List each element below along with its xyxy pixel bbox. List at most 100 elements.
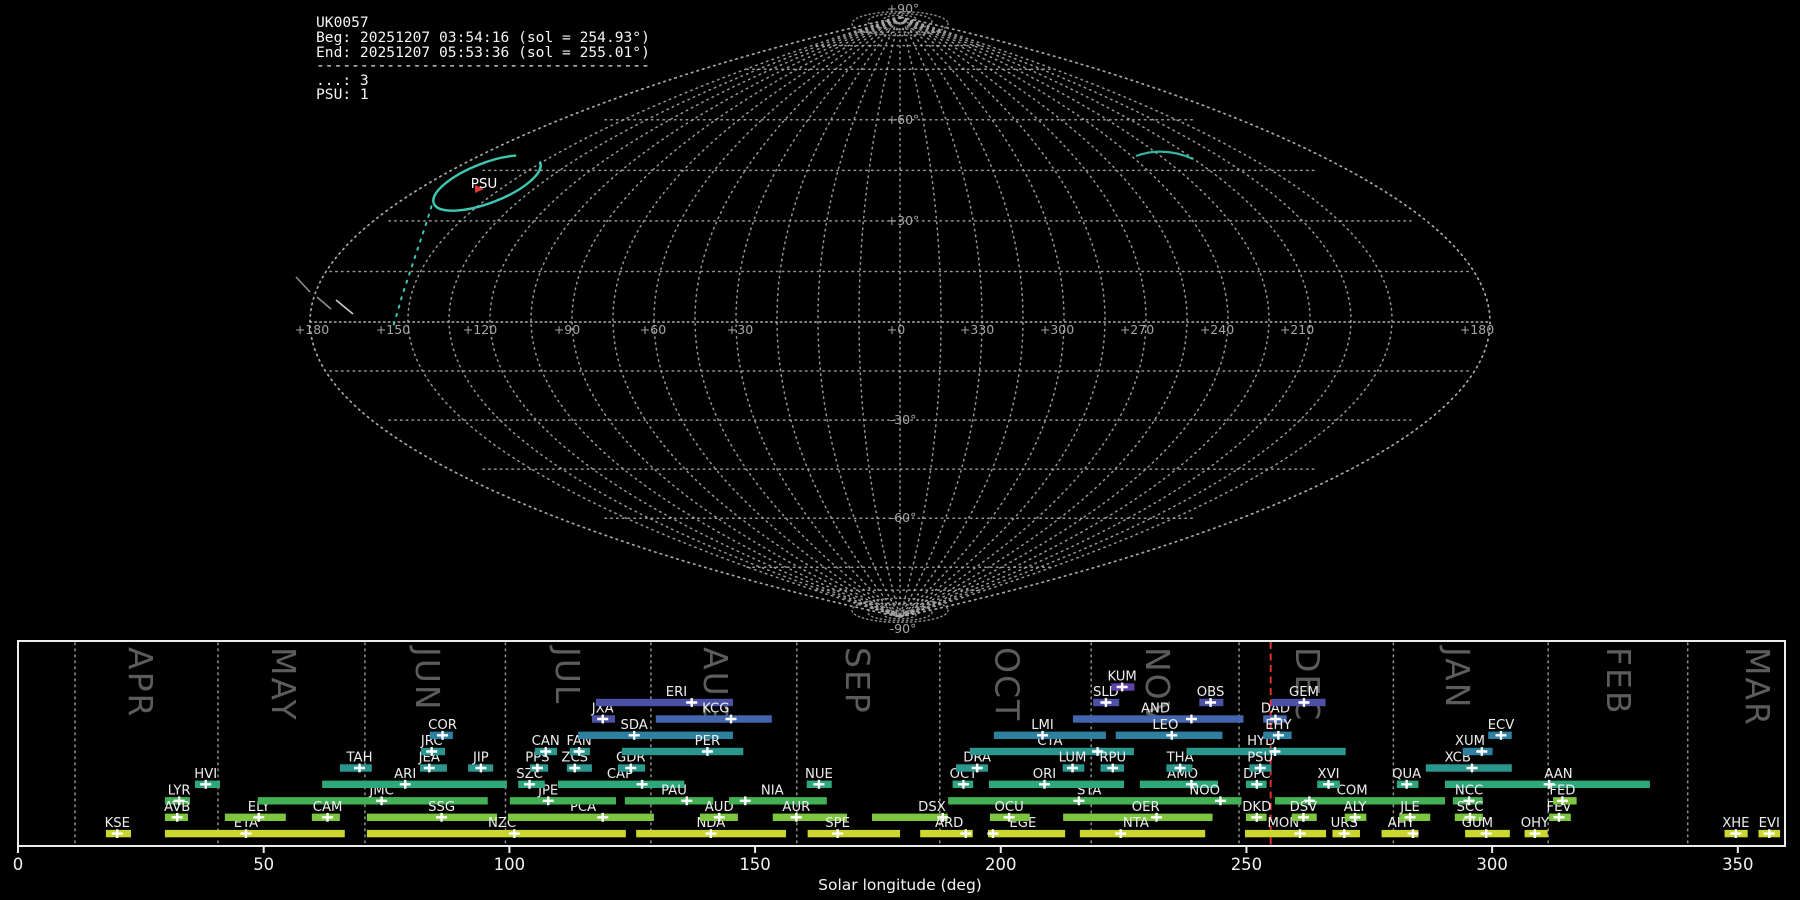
shower-label-QUA: QUA xyxy=(1392,767,1421,782)
meridian-line xyxy=(530,16,901,618)
shower-label-COM: COM xyxy=(1337,783,1368,798)
shower-bar-PER xyxy=(621,747,744,756)
shower-bar-STA xyxy=(948,797,1158,805)
lon-label: +60 xyxy=(640,322,666,337)
shower-label-HVI: HVI xyxy=(194,767,217,782)
shower-label-JLE: JLE xyxy=(1399,800,1420,815)
shower-label-ECV: ECV xyxy=(1488,718,1515,733)
shower-bar-JPE xyxy=(509,797,617,805)
shower-label-CAN: CAN xyxy=(532,734,560,749)
meridian-line xyxy=(694,16,901,618)
lon-label: +300 xyxy=(1040,322,1074,337)
shower-label-TAH: TAH xyxy=(346,751,373,766)
lat-label: +60° xyxy=(887,112,920,127)
meridian-line xyxy=(899,16,1229,618)
month-label: SEP xyxy=(838,647,877,715)
lat-label: +90° xyxy=(887,1,920,16)
timeline-chart: APR MAY JUN JUL AUG SEP OCT NOV DEC JAN FEB MARKSEL… xyxy=(13,640,1786,874)
axis-tick-label: 100 xyxy=(494,855,526,874)
shower-label-ARD: ARD xyxy=(935,816,963,831)
shower-label-LMI: LMI xyxy=(1031,718,1054,733)
shower-label-FED: FED xyxy=(1549,783,1575,798)
lat-label: -30° xyxy=(890,412,917,427)
lon-label: +210 xyxy=(1280,322,1314,337)
psu-drift-trail xyxy=(391,197,435,331)
trail-dash xyxy=(295,276,311,293)
shower-label-AND: AND xyxy=(1141,702,1170,717)
shower-label-OCU: OCU xyxy=(994,800,1023,815)
shower-label-PER: PER xyxy=(695,734,720,749)
month-label: JAN xyxy=(1438,645,1477,709)
lon-label: +180 xyxy=(1460,322,1494,337)
lon-label: +30 xyxy=(727,322,753,337)
shower-label-JIP: JIP xyxy=(472,751,489,766)
trail-dash xyxy=(335,299,354,315)
shower-label-NTA: NTA xyxy=(1123,816,1149,831)
meridian-line xyxy=(899,16,1106,618)
shower-label-LUM: LUM xyxy=(1059,751,1087,766)
lon-label: +270 xyxy=(1120,322,1154,337)
shower-label-NCC: NCC xyxy=(1455,783,1483,798)
x-axis-title: Solar longitude (deg) xyxy=(818,876,982,894)
axis-tick-label: 350 xyxy=(1722,855,1754,874)
meridian-line xyxy=(899,16,1024,618)
shower-label-NOO: NOO xyxy=(1189,783,1220,798)
radiant-map-app: +90° +60° +30° -30° -60° -90° +180 +150 +120 +90 +… xyxy=(0,0,1800,900)
lat-label: +30° xyxy=(887,213,920,228)
shower-label-PSU: PSU xyxy=(1247,751,1273,766)
shower-label-DKD: DKD xyxy=(1242,800,1271,815)
meridian-line xyxy=(448,16,901,618)
meridian-line xyxy=(899,16,1393,618)
shower-label-KCG: KCG xyxy=(702,702,729,717)
trail-dash xyxy=(316,296,332,310)
shower-label-KUM: KUM xyxy=(1107,670,1136,685)
shower-label-COR: COR xyxy=(428,718,457,733)
shower-label-XVI: XVI xyxy=(1318,767,1340,782)
meridian-line xyxy=(899,16,1352,618)
shower-label-PAU: PAU xyxy=(661,783,687,798)
month-label: FEB xyxy=(1599,647,1638,715)
axis-tick-label: 200 xyxy=(985,855,1017,874)
shower-label-AUR: AUR xyxy=(782,800,810,815)
psu-radiant-label: PSU xyxy=(471,176,498,192)
lat-label: -90° xyxy=(890,621,917,636)
shower-label-GUM: GUM xyxy=(1462,816,1493,831)
shower-label-OER: OER xyxy=(1132,800,1160,815)
lon-label: +240 xyxy=(1200,322,1234,337)
shower-label-EVI: EVI xyxy=(1759,816,1780,831)
shower-label-DSV: DSV xyxy=(1290,800,1318,815)
shower-bar-ORI xyxy=(988,780,1125,788)
shower-label-LYR: LYR xyxy=(168,783,191,798)
shower-bar-SPE xyxy=(807,829,901,838)
shower-label-AAN: AAN xyxy=(1544,767,1572,782)
secondary-radiant-arc xyxy=(1135,150,1194,161)
shower-label-KSE: KSE xyxy=(105,816,130,831)
shower-label-NUE: NUE xyxy=(805,767,833,782)
shower-label-CAM: CAM xyxy=(313,800,343,815)
shower-label-ALY: ALY xyxy=(1344,800,1368,815)
shower-label-ARI: ARI xyxy=(394,767,416,782)
meridian-line xyxy=(776,16,901,618)
meridian-line xyxy=(489,16,901,618)
shower-label-XHE: XHE xyxy=(1722,816,1749,831)
shower-label-RPU: RPU xyxy=(1099,751,1126,766)
lon-label: +330 xyxy=(960,322,994,337)
axis-tick-label: 150 xyxy=(739,855,771,874)
lat-label: -60° xyxy=(890,510,917,525)
meridian-line xyxy=(899,16,1270,618)
shower-label-ORI: ORI xyxy=(1033,767,1056,782)
axis-tick-label: 300 xyxy=(1476,855,1508,874)
month-label: JUL xyxy=(548,645,587,705)
shower-label-OHY: OHY xyxy=(1521,816,1550,831)
month-label: OCT xyxy=(988,647,1027,722)
shower-label-ERI: ERI xyxy=(666,685,687,700)
meridian-line xyxy=(858,16,901,618)
lon-label: +180 xyxy=(295,322,329,337)
shower-label-XUM: XUM xyxy=(1455,734,1485,749)
shower-label-EHY: EHY xyxy=(1265,718,1292,733)
shower-label-SPE: SPE xyxy=(825,816,850,831)
month-label: JUN xyxy=(408,645,447,712)
axis-tick-label: 50 xyxy=(253,855,274,874)
month-label: MAY xyxy=(264,647,303,722)
scene-canvas: +90°+60°+30°-30°-60°-90°+180 +150 +120 +90 +… xyxy=(13,1,1786,894)
